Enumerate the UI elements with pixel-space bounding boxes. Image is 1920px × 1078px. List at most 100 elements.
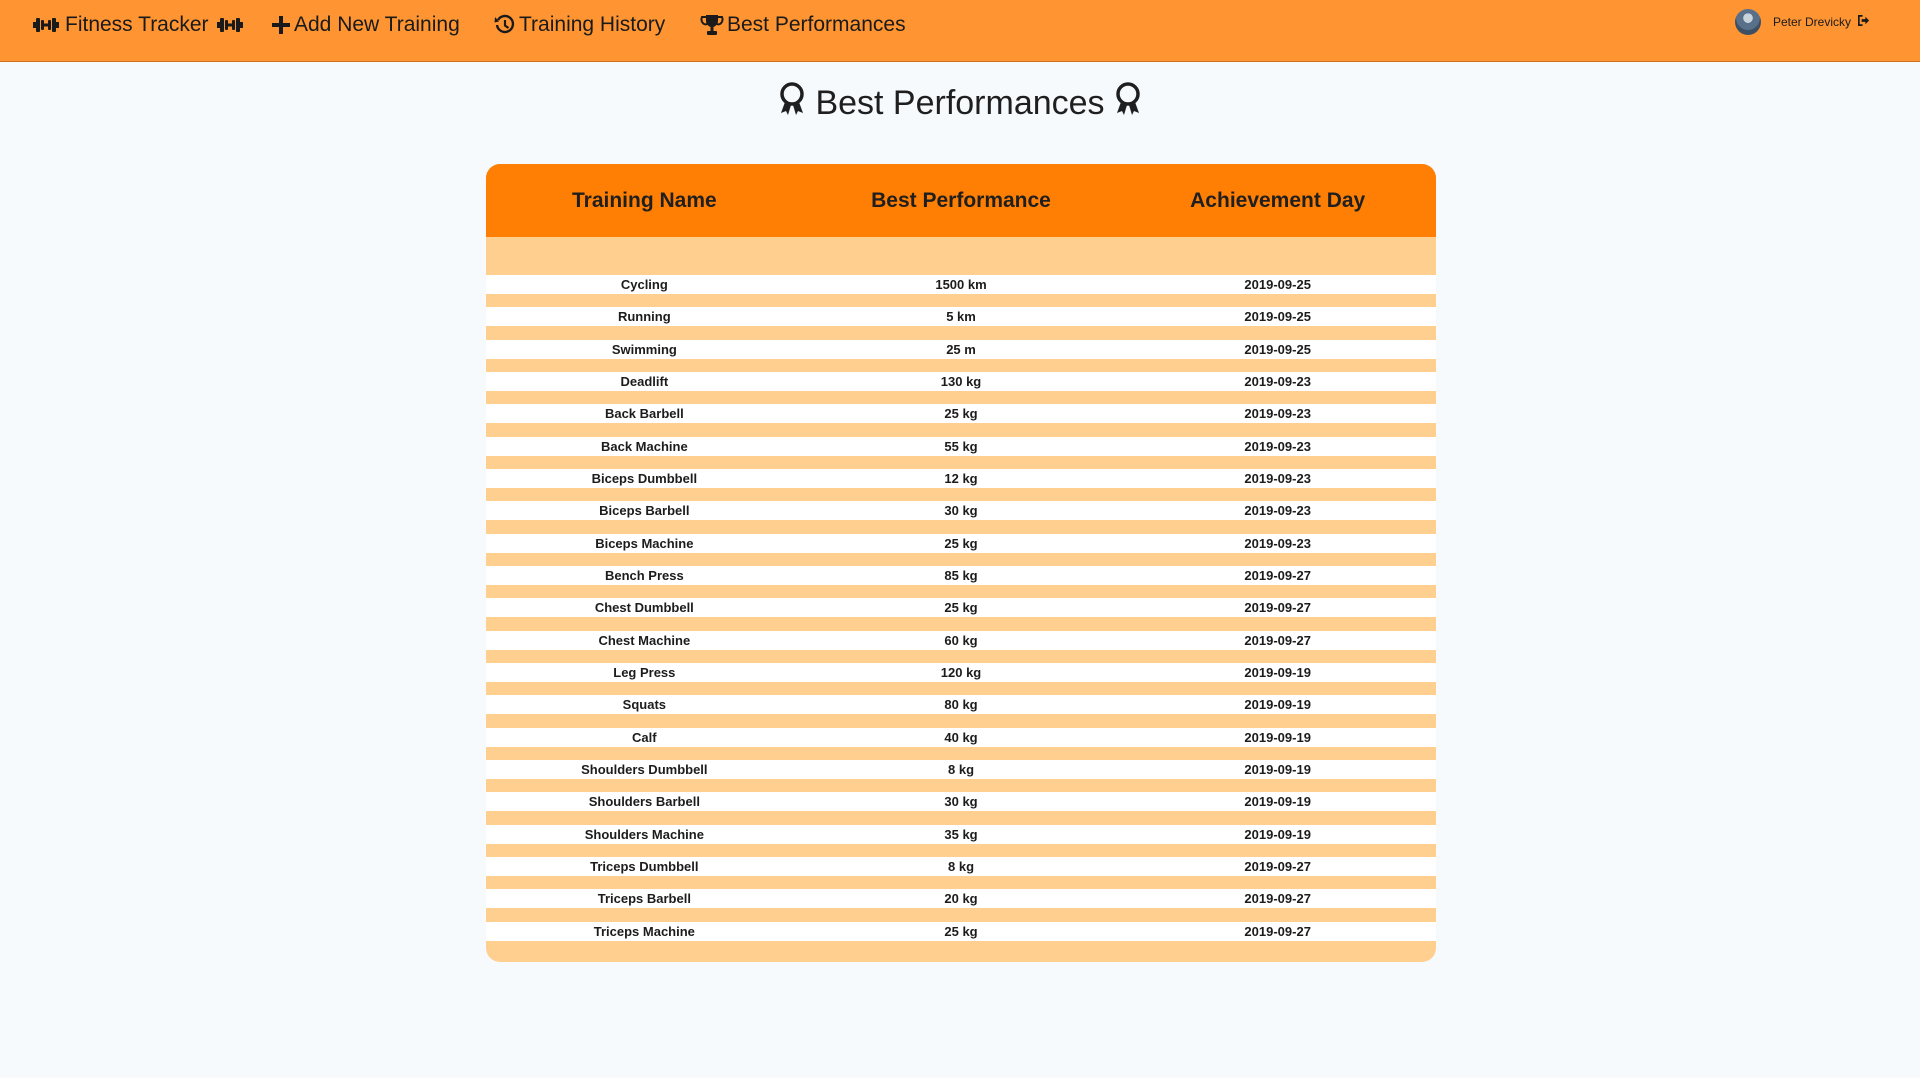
- cell-achievement-day: 2019-09-23: [1244, 374, 1311, 389]
- cell-best-performance: 25 kg: [944, 924, 978, 939]
- cell-best-performance: 12 kg: [944, 471, 978, 486]
- nav-best-performances-label: Best Performances: [727, 13, 906, 36]
- cell-achievement-day: 2019-09-27: [1244, 600, 1311, 615]
- table-row: Shoulders Barbell 30 kg 2019-09-19: [486, 792, 1436, 811]
- dumbbell-icon: [216, 15, 243, 35]
- brand-link[interactable]: Fitness Tracker: [33, 11, 243, 39]
- cell-training-name: Swimming: [611, 342, 677, 357]
- cell-training-name: Biceps Dumbbell: [591, 471, 698, 486]
- cell-achievement-day: 2019-09-25: [1244, 277, 1311, 292]
- table-row: Running 5 km 2019-09-25: [486, 307, 1436, 326]
- cell-training-name: Triceps Dumbbell: [590, 859, 699, 874]
- table-row: Triceps Machine 25 kg 2019-09-27: [486, 922, 1436, 941]
- nav-training-history-label: Training History: [519, 13, 666, 36]
- table-header: Training Name Best Performance Achieveme…: [486, 164, 1436, 237]
- cell-training-name: Bench Press: [604, 568, 684, 583]
- cell-training-name: Chest Machine: [598, 633, 691, 648]
- table-row: Triceps Barbell 20 kg 2019-09-27: [486, 889, 1436, 908]
- cell-best-performance: 30 kg: [944, 794, 978, 809]
- cell-best-performance: 25 kg: [944, 600, 978, 615]
- trophy-icon: [700, 14, 724, 36]
- table-row: Triceps Dumbbell 8 kg 2019-09-27: [486, 857, 1436, 876]
- cell-achievement-day: 2019-09-25: [1244, 309, 1311, 324]
- cell-training-name: Deadlift: [620, 374, 669, 389]
- cell-achievement-day: 2019-09-23: [1244, 471, 1311, 486]
- cell-best-performance: 5 km: [946, 309, 976, 324]
- column-header-achievement-day: Achievement Day: [1190, 188, 1366, 212]
- cell-training-name: Cycling: [620, 277, 668, 292]
- cell-best-performance: 25 kg: [944, 536, 978, 551]
- cell-training-name: Biceps Barbell: [599, 503, 690, 518]
- nav-add-new-training-label: Add New Training: [294, 13, 460, 36]
- table-row: Swimming 25 m 2019-09-25: [486, 340, 1436, 359]
- cell-training-name: Chest Dumbbell: [594, 600, 694, 615]
- logout-icon[interactable]: [1857, 14, 1870, 30]
- table-row: Bench Press 85 kg 2019-09-27: [486, 566, 1436, 585]
- cell-best-performance: 1500 km: [935, 277, 987, 292]
- column-header-training-name: Training Name: [571, 188, 717, 212]
- nav-add-new-training[interactable]: Add New Training: [271, 11, 460, 39]
- cell-best-performance: 85 kg: [944, 568, 978, 583]
- table-row: Biceps Machine 25 kg 2019-09-23: [486, 534, 1436, 553]
- cell-best-performance: 25 m: [946, 342, 976, 357]
- nav-training-history[interactable]: Training History: [494, 11, 665, 39]
- cell-training-name: Calf: [632, 730, 657, 745]
- table-row: Chest Machine 60 kg 2019-09-27: [486, 631, 1436, 650]
- cell-training-name: Leg Press: [613, 665, 676, 680]
- cell-training-name: Biceps Machine: [595, 536, 694, 551]
- cell-training-name: Shoulders Barbell: [588, 794, 700, 809]
- cell-best-performance: 120 kg: [940, 665, 982, 680]
- table-row: Chest Dumbbell 25 kg 2019-09-27: [486, 598, 1436, 617]
- table-row: Back Barbell 25 kg 2019-09-23: [486, 404, 1436, 423]
- table-row: Deadlift 130 kg 2019-09-23: [486, 372, 1436, 391]
- cell-achievement-day: 2019-09-19: [1244, 762, 1311, 777]
- cell-training-name: Shoulders Machine: [584, 827, 704, 842]
- table-row: Biceps Dumbbell 12 kg 2019-09-23: [486, 469, 1436, 488]
- user-name: Peter Drevicky: [1772, 15, 1851, 29]
- cell-training-name: Back Machine: [600, 439, 688, 454]
- cell-best-performance: 55 kg: [944, 439, 978, 454]
- navbar: Fitness Tracker Add New Training Trainin…: [0, 0, 1920, 62]
- cell-achievement-day: 2019-09-23: [1244, 503, 1311, 518]
- cell-best-performance: 25 kg: [944, 406, 978, 421]
- table-row: Shoulders Dumbbell 8 kg 2019-09-19: [486, 760, 1436, 779]
- table-row: Cycling 1500 km 2019-09-25: [486, 275, 1436, 294]
- avatar[interactable]: [1734, 9, 1761, 35]
- table-row: Leg Press 120 kg 2019-09-19: [486, 663, 1436, 682]
- cell-achievement-day: 2019-09-27: [1244, 859, 1311, 874]
- cell-training-name: Triceps Machine: [593, 924, 695, 939]
- page-title: Best Performances: [0, 80, 1920, 126]
- cell-best-performance: 8 kg: [948, 859, 975, 874]
- user-menu[interactable]: Peter Drevicky: [1734, 8, 1870, 36]
- cell-training-name: Triceps Barbell: [597, 891, 691, 906]
- nav-best-performances[interactable]: Best Performances: [700, 11, 906, 39]
- cell-best-performance: 8 kg: [948, 762, 975, 777]
- cell-best-performance: 30 kg: [944, 503, 978, 518]
- award-icon: [779, 81, 805, 125]
- history-icon: [494, 14, 516, 36]
- dumbbell-icon: [33, 15, 59, 35]
- cell-achievement-day: 2019-09-25: [1244, 342, 1311, 357]
- cell-achievement-day: 2019-09-19: [1244, 730, 1311, 745]
- cell-training-name: Shoulders Dumbbell: [581, 762, 708, 777]
- cell-best-performance: 130 kg: [940, 374, 982, 389]
- cell-achievement-day: 2019-09-19: [1244, 665, 1311, 680]
- cell-best-performance: 60 kg: [944, 633, 978, 648]
- column-header-best-performance: Best Performance: [871, 188, 1051, 212]
- table-row: Shoulders Machine 35 kg 2019-09-19: [486, 825, 1436, 844]
- cell-achievement-day: 2019-09-27: [1244, 568, 1311, 583]
- best-performances-table: Training Name Best Performance Achieveme…: [486, 164, 1436, 962]
- table-row: Calf 40 kg 2019-09-19: [486, 728, 1436, 747]
- cell-training-name: Back Barbell: [604, 406, 684, 421]
- cell-achievement-day: 2019-09-23: [1244, 536, 1311, 551]
- cell-achievement-day: 2019-09-19: [1244, 697, 1311, 712]
- cell-achievement-day: 2019-09-19: [1244, 794, 1311, 809]
- cell-best-performance: 80 kg: [944, 697, 978, 712]
- cell-achievement-day: 2019-09-27: [1244, 633, 1311, 648]
- page-title-text: Best Performances: [815, 83, 1105, 122]
- cell-achievement-day: 2019-09-19: [1244, 827, 1311, 842]
- cell-achievement-day: 2019-09-27: [1244, 924, 1311, 939]
- table-row: Biceps Barbell 30 kg 2019-09-23: [486, 501, 1436, 520]
- cell-achievement-day: 2019-09-23: [1244, 439, 1311, 454]
- cell-achievement-day: 2019-09-23: [1244, 406, 1311, 421]
